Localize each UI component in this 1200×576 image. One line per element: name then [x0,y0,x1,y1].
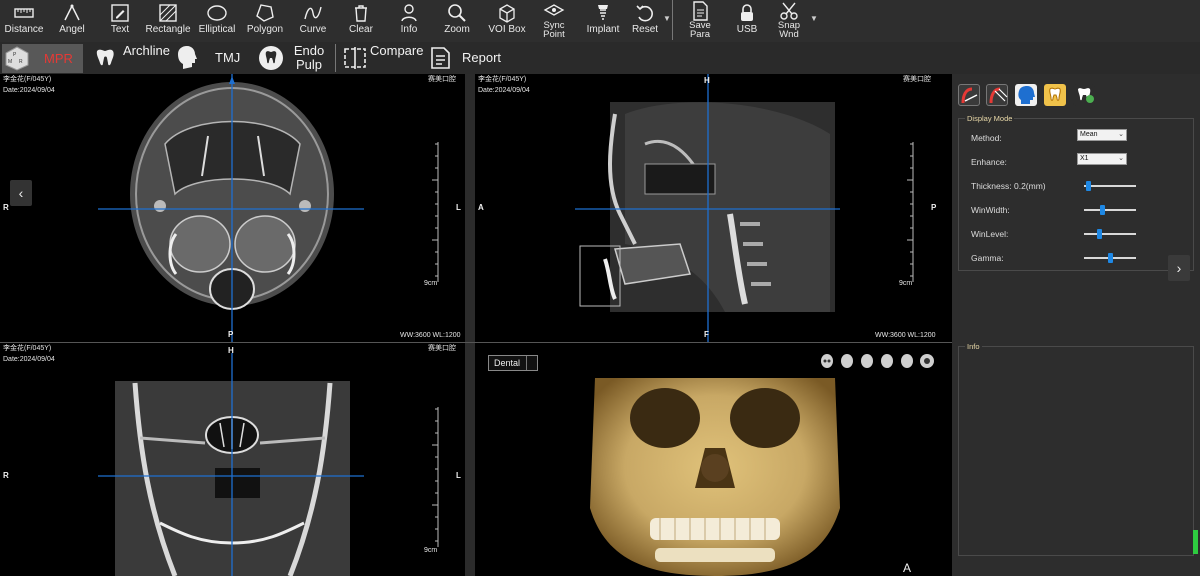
elliptical-tool-button[interactable]: Elliptical [196,0,238,42]
main-toolbar: Distance Angel Text Rectangle Elliptical… [0,0,1200,42]
head-profile-icon [178,46,197,69]
usb-button[interactable]: USB [730,0,764,42]
reset-dropdown-icon[interactable]: ▼ [663,14,671,23]
display-mode-group: Display Mode Method: Mean ⌄ Enhance: X1 ⌄ … [958,114,1194,271]
head-render-icon[interactable] [1015,84,1037,106]
report-document-icon [431,47,450,69]
distance-tool-button[interactable]: Distance [2,0,46,42]
curve-tool-button[interactable]: Curve [294,0,332,42]
svg-text:R: R [19,59,23,65]
person-info-icon [401,4,417,22]
clear-button[interactable]: Clear [342,0,380,42]
coronal-slice-image [98,353,439,576]
scissors-icon [780,2,798,20]
sagittal-slice-image [575,74,914,342]
chevron-down-icon: ⌄ [1118,155,1124,162]
reset-icon [636,5,653,22]
compare-mode-button[interactable]: Compare [342,42,423,74]
mandible-slice-icon[interactable] [986,84,1008,106]
report-mode-button[interactable]: Report [428,42,508,74]
snap-dropdown-icon[interactable]: ▼ [810,14,818,23]
slider-thumb[interactable] [1086,181,1091,191]
render-preset-select[interactable]: Dental [488,355,538,371]
ellipse-icon [207,5,227,21]
sync-point-button[interactable]: Sync Point [534,0,574,42]
gamma-slider[interactable] [1084,253,1136,263]
implant-icon [598,5,608,20]
sync-point-icon [543,4,565,16]
endo-pulp-mode-button[interactable]: Endo Pulp [256,42,328,74]
trash-icon [355,5,367,22]
slider-thumb[interactable] [1100,205,1105,215]
mode-toolbar: P M R MPR Archline TMJ Endo Pulp Compare… [0,42,1200,74]
rectangle-icon [159,4,177,22]
snap-wnd-button[interactable]: Snap Wnd [770,0,808,42]
coronal-viewport[interactable]: 李金花(F/045Y) Date:2024/09/04 赛美口腔 H R L 9… [0,343,465,576]
zoom-button[interactable]: Zoom [440,0,474,42]
tooth-panorama-icon[interactable] [1044,84,1066,106]
sagittal-viewport[interactable]: 李金花(F/045Y) Date:2024/09/04 赛美口腔 H A P F… [475,74,940,342]
angle-tool-button[interactable]: Angel [54,0,90,42]
save-para-button[interactable]: Save Para [680,0,720,42]
method-select[interactable]: Mean ⌄ [1077,129,1127,141]
mandible-red-icon[interactable] [958,84,980,106]
slider-thumb[interactable] [1108,253,1113,263]
thickness-slider[interactable] [1084,181,1136,191]
voi-box-button[interactable]: VOI Box [485,0,529,42]
info-button[interactable]: Info [392,0,426,42]
skull-3d-render [590,378,840,576]
chevron-down-icon: ⌄ [1118,131,1124,138]
polygon-icon [256,4,274,22]
tooth-implant-icon[interactable] [1073,84,1095,106]
winwidth-slider[interactable] [1084,205,1136,215]
text-tool-button[interactable]: Text [103,0,137,42]
archline-mode-button[interactable]: Archline [90,42,170,74]
previous-view-arrow[interactable]: ‹ [10,180,32,206]
reset-button[interactable]: Reset [628,0,662,42]
toolbar-divider [672,0,673,40]
endo-tooth-icon [259,46,283,70]
tooth-arch-icon [96,49,114,66]
preset-dropdown-icon [526,356,537,370]
zoom-icon [448,4,466,22]
right-control-panel: Display Mode Method: Mean ⌄ Enhance: X1 ⌄ … [952,74,1200,576]
polygon-tool-button[interactable]: Polygon [244,0,286,42]
angle-icon [64,4,80,21]
compare-split-icon [344,47,366,69]
volume-render-viewport[interactable]: Dental A [475,343,951,576]
implant-button[interactable]: Implant [584,0,622,42]
info-group: Info [958,342,1194,556]
status-indicator [1193,530,1198,554]
usb-lock-icon [741,4,753,21]
mpr-mode-button[interactable]: P M R MPR [2,44,83,73]
tmj-mode-button[interactable]: TMJ [172,42,242,74]
axial-viewport[interactable]: 李金花(F/045Y) Date:2024/09/04 赛美口腔 R L P 9… [0,74,465,342]
viewport-splitter-vertical[interactable] [465,74,475,576]
cube-icon [499,4,515,23]
axial-slice-image [98,74,439,342]
enhance-select[interactable]: X1 ⌄ [1077,153,1127,165]
ruler-icon [14,8,34,18]
mpr-cube-icon: P M R [5,46,29,71]
winlevel-slider[interactable] [1084,229,1136,239]
text-pencil-icon [111,4,129,22]
curve-icon [304,6,322,20]
rectangle-tool-button[interactable]: Rectangle [145,0,191,42]
slider-thumb[interactable] [1097,229,1102,239]
svg-text:M: M [8,59,12,65]
mode-divider [335,44,336,72]
next-view-arrow[interactable]: › [1168,255,1190,281]
save-document-icon [693,1,708,21]
